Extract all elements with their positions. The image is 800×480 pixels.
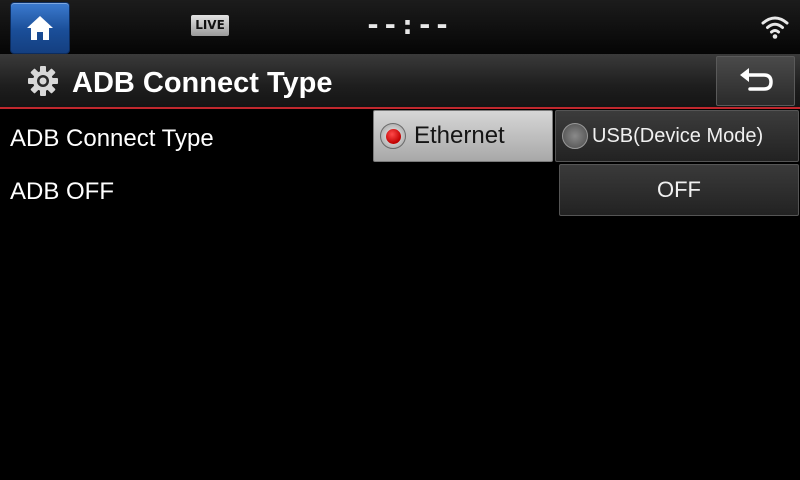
radio-unselected-icon: [562, 123, 588, 149]
connect-type-label: ADB Connect Type: [10, 125, 214, 152]
ethernet-option-label: Ethernet: [414, 122, 505, 149]
live-badge: LIVE: [191, 15, 229, 36]
back-arrow-icon: [739, 68, 773, 91]
radio-selected-icon: [380, 123, 406, 149]
back-button[interactable]: [716, 56, 795, 106]
title-bar: ADB Connect Type: [0, 54, 800, 109]
home-icon: [27, 16, 53, 40]
ethernet-option[interactable]: Ethernet: [373, 110, 553, 162]
adb-off-label: ADB OFF: [10, 178, 115, 205]
usb-option-label: USB(Device Mode): [592, 124, 764, 147]
clock: --:--: [364, 10, 452, 41]
gear-icon: [28, 66, 58, 96]
page-title: ADB Connect Type: [72, 67, 333, 99]
status-bar: LIVE --:--: [0, 0, 800, 54]
usb-device-mode-option[interactable]: USB(Device Mode): [555, 110, 799, 162]
adb-off-button[interactable]: OFF: [559, 164, 799, 216]
wifi-icon: [761, 16, 789, 39]
home-button[interactable]: [10, 2, 70, 54]
